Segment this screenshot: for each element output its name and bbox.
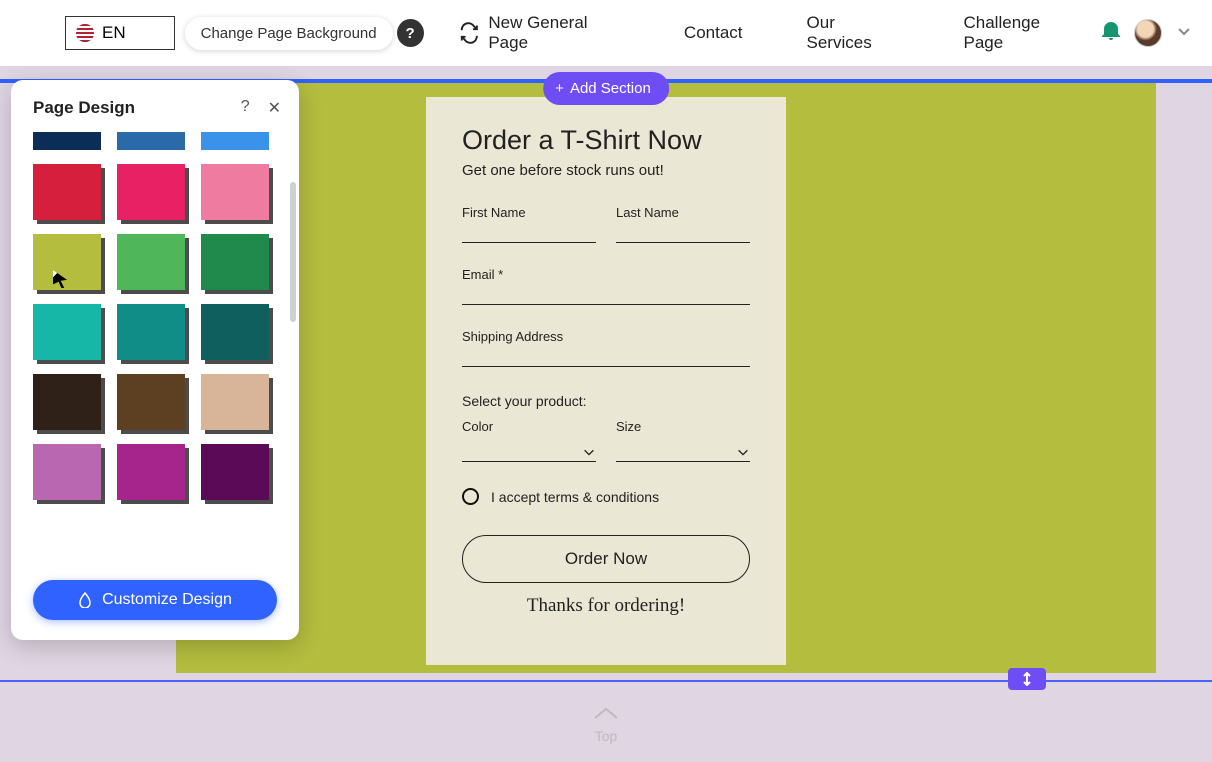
swatch-scroll[interactable] bbox=[11, 132, 299, 566]
account-chevron-icon[interactable] bbox=[1176, 23, 1192, 44]
shipping-address-field[interactable]: Shipping Address bbox=[462, 329, 750, 367]
paint-drop-icon bbox=[78, 592, 92, 608]
first-name-field[interactable]: First Name bbox=[462, 205, 596, 243]
scrollbar-thumb[interactable] bbox=[290, 182, 296, 322]
color-swatch[interactable] bbox=[117, 304, 185, 360]
nav-contact[interactable]: Contact bbox=[680, 23, 747, 43]
thanks-message: Thanks for ordering! bbox=[462, 595, 750, 617]
language-label: EN bbox=[102, 23, 126, 43]
swap-icon bbox=[458, 21, 481, 45]
color-swatch[interactable] bbox=[201, 234, 269, 290]
new-page-button[interactable]: New General Page bbox=[452, 13, 624, 53]
color-swatch[interactable] bbox=[33, 132, 101, 150]
panel-close-icon[interactable]: ✕ bbox=[268, 98, 281, 118]
order-form-card: Order a T-Shirt Now Get one before stock… bbox=[426, 97, 786, 665]
radio-circle-icon bbox=[462, 488, 479, 505]
back-to-top[interactable]: Top bbox=[593, 706, 619, 744]
select-product-label: Select your product: bbox=[462, 393, 750, 409]
color-swatch[interactable] bbox=[33, 444, 101, 500]
color-swatch[interactable] bbox=[33, 304, 101, 360]
color-swatch[interactable] bbox=[201, 164, 269, 220]
user-avatar[interactable] bbox=[1134, 19, 1162, 47]
notification-bell-icon[interactable] bbox=[1102, 20, 1120, 46]
language-selector[interactable]: EN bbox=[65, 16, 175, 50]
change-background-tooltip: Change Page Background bbox=[185, 17, 393, 50]
form-title: Order a T-Shirt Now bbox=[462, 125, 750, 156]
color-swatch[interactable] bbox=[201, 304, 269, 360]
size-select[interactable]: Size bbox=[616, 419, 750, 462]
panel-title: Page Design bbox=[33, 98, 135, 118]
chevron-down-icon bbox=[582, 445, 596, 459]
color-swatch[interactable] bbox=[117, 374, 185, 430]
nav-our-services[interactable]: Our Services bbox=[803, 13, 904, 53]
last-name-field[interactable]: Last Name bbox=[616, 205, 750, 243]
add-section-button[interactable]: + Add Section bbox=[543, 72, 669, 105]
color-swatch[interactable] bbox=[201, 132, 269, 150]
color-swatch[interactable] bbox=[201, 444, 269, 500]
color-swatch[interactable] bbox=[33, 164, 101, 220]
order-now-button[interactable]: Order Now bbox=[462, 535, 750, 583]
color-swatch[interactable] bbox=[117, 234, 185, 290]
top-bar: EN Change Page Background ? New General … bbox=[0, 0, 1212, 66]
panel-header: Page Design ? ✕ bbox=[11, 80, 299, 132]
chevron-up-icon bbox=[593, 706, 619, 722]
color-swatch[interactable] bbox=[33, 234, 101, 290]
plus-icon: + bbox=[555, 80, 564, 97]
section-resize-handle[interactable] bbox=[1008, 668, 1046, 690]
swatch-grid bbox=[33, 132, 277, 500]
nav-group: New General Page Contact Our Services Ch… bbox=[452, 13, 1082, 53]
color-swatch[interactable] bbox=[33, 374, 101, 430]
help-icon[interactable]: ? bbox=[397, 19, 424, 47]
terms-checkbox[interactable]: I accept terms & conditions bbox=[462, 488, 750, 505]
panel-help-icon[interactable]: ? bbox=[241, 98, 250, 118]
chevron-down-icon bbox=[736, 445, 750, 459]
color-select[interactable]: Color bbox=[462, 419, 596, 462]
color-swatch[interactable] bbox=[117, 132, 185, 150]
page-design-panel: Page Design ? ✕ Customize Design bbox=[11, 80, 299, 640]
us-flag-icon bbox=[76, 24, 94, 42]
email-field[interactable]: Email * bbox=[462, 267, 750, 305]
customize-design-button[interactable]: Customize Design bbox=[33, 580, 277, 620]
swatch-scrollbar[interactable] bbox=[290, 132, 296, 566]
top-right-controls bbox=[1102, 19, 1192, 47]
color-swatch[interactable] bbox=[117, 164, 185, 220]
color-swatch[interactable] bbox=[117, 444, 185, 500]
nav-challenge-page[interactable]: Challenge Page bbox=[960, 13, 1083, 53]
form-subtitle: Get one before stock runs out! bbox=[462, 162, 750, 179]
color-swatch[interactable] bbox=[201, 374, 269, 430]
